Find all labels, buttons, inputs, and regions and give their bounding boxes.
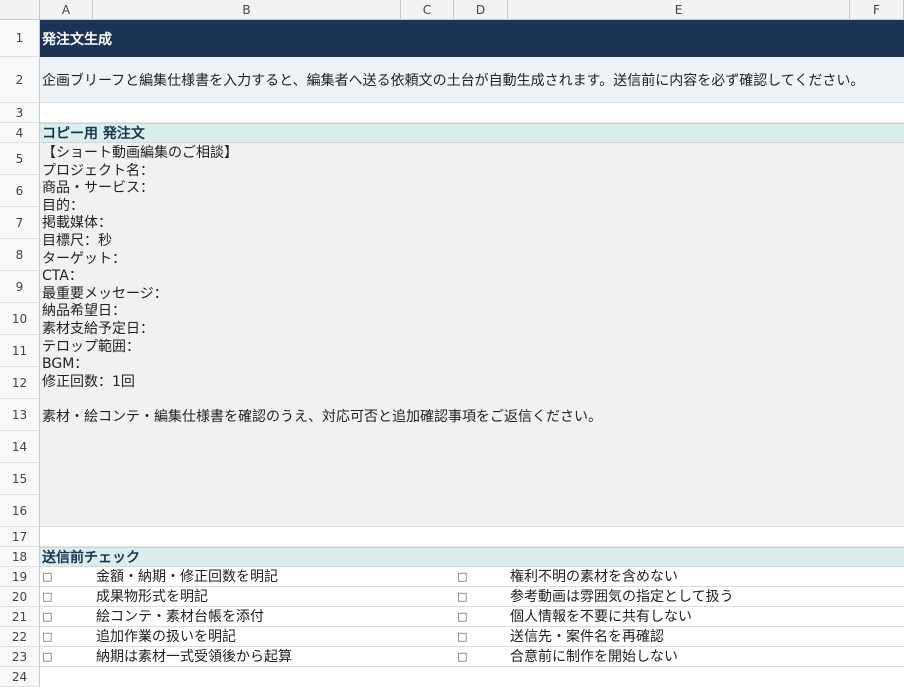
row-header-15[interactable]: 15 xyxy=(0,463,40,495)
column-header-d[interactable]: D xyxy=(454,0,508,20)
checkbox-icon[interactable]: □ xyxy=(457,647,467,667)
checkbox-icon[interactable]: □ xyxy=(457,607,467,627)
row-header-19[interactable]: 19 xyxy=(0,567,40,587)
row-header-5[interactable]: 5 xyxy=(0,143,40,175)
checklist-row: □ 絵コンテ・素材台帳を添付 □ 個人情報を不要に共有しない xyxy=(40,607,904,627)
checklist-item-right: 合意前に制作を開始しない xyxy=(510,649,678,665)
checkbox-icon[interactable]: □ xyxy=(42,587,52,607)
row-header-12[interactable]: 12 xyxy=(0,367,40,399)
row-header-14[interactable]: 14 xyxy=(0,431,40,463)
checklist-item-left: 絵コンテ・素材台帳を添付 xyxy=(96,609,264,625)
checkbox-icon[interactable]: □ xyxy=(42,607,52,627)
row-header-8[interactable]: 8 xyxy=(0,239,40,271)
checkbox-icon[interactable]: □ xyxy=(42,647,52,667)
checklist-row: □ 金額・納期・修正回数を明記 □ 権利不明の素材を含めない xyxy=(40,567,904,587)
row-header-3[interactable]: 3 xyxy=(0,103,40,123)
checklist-item-right: 送信先・案件名を再確認 xyxy=(510,629,664,645)
column-header-f[interactable]: F xyxy=(850,0,904,20)
description-cell[interactable]: 企画ブリーフと編集仕様書を入力すると、編集者へ送る依頼文の土台が自動生成されます… xyxy=(40,57,904,103)
checklist-item-left: 金額・納期・修正回数を明記 xyxy=(96,569,278,585)
checkbox-icon[interactable]: □ xyxy=(457,587,467,607)
checkbox-icon[interactable]: □ xyxy=(457,627,467,647)
column-header-b[interactable]: B xyxy=(93,0,401,20)
checklist-section-header[interactable]: 送信前チェック xyxy=(40,547,904,567)
copy-section-header[interactable]: コピー用 発注文 xyxy=(40,123,904,143)
order-text: 【ショート動画編集のご相談】 プロジェクト名： 商品・サービス： 目的： 掲載媒… xyxy=(42,145,602,425)
column-header-c[interactable]: C xyxy=(401,0,454,20)
row-header-1[interactable]: 1 xyxy=(0,20,40,57)
row-header-23[interactable]: 23 xyxy=(0,647,40,667)
checklist-row: □ 納期は素材一式受領後から起算 □ 合意前に制作を開始しない xyxy=(40,647,904,667)
row-header-20[interactable]: 20 xyxy=(0,587,40,607)
copy-section-title: コピー用 発注文 xyxy=(42,126,145,142)
row-header-16[interactable]: 16 xyxy=(0,495,40,527)
row-header-18[interactable]: 18 xyxy=(0,547,40,567)
description-text: 企画ブリーフと編集仕様書を入力すると、編集者へ送る依頼文の土台が自動生成されます… xyxy=(42,72,865,89)
row-header-7[interactable]: 7 xyxy=(0,207,40,239)
checklist-title: 送信前チェック xyxy=(42,550,140,566)
checklist-row: □ 追加作業の扱いを明記 □ 送信先・案件名を再確認 xyxy=(40,627,904,647)
checklist-item-right: 権利不明の素材を含めない xyxy=(510,569,678,585)
column-header-e[interactable]: E xyxy=(508,0,850,20)
checkbox-icon[interactable]: □ xyxy=(42,567,52,587)
checkbox-icon[interactable]: □ xyxy=(42,627,52,647)
row-header-9[interactable]: 9 xyxy=(0,271,40,303)
checkbox-icon[interactable]: □ xyxy=(457,567,467,587)
row-header-24[interactable]: 24 xyxy=(0,667,40,687)
checklist-item-right: 個人情報を不要に共有しない xyxy=(510,609,692,625)
column-header-a[interactable]: A xyxy=(40,0,93,20)
checklist-item-left: 追加作業の扱いを明記 xyxy=(96,629,236,645)
row-header-6[interactable]: 6 xyxy=(0,175,40,207)
row-header-13[interactable]: 13 xyxy=(0,399,40,431)
row-header-17[interactable]: 17 xyxy=(0,527,40,547)
row-header-10[interactable]: 10 xyxy=(0,303,40,335)
row-header-22[interactable]: 22 xyxy=(0,627,40,647)
checklist-row: □ 成果物形式を明記 □ 参考動画は雰囲気の指定として扱う xyxy=(40,587,904,607)
title-cell[interactable]: 発注文生成 xyxy=(40,20,904,57)
checklist-item-right: 参考動画は雰囲気の指定として扱う xyxy=(510,589,734,605)
row-header-21[interactable]: 21 xyxy=(0,607,40,627)
checklist-item-left: 納期は素材一式受領後から起算 xyxy=(96,649,292,665)
page-title: 発注文生成 xyxy=(42,31,112,48)
select-all-corner[interactable] xyxy=(0,0,40,20)
checklist-item-left: 成果物形式を明記 xyxy=(96,589,208,605)
row-header-11[interactable]: 11 xyxy=(0,335,40,367)
row-header-2[interactable]: 2 xyxy=(0,57,40,103)
row-header-4[interactable]: 4 xyxy=(0,123,40,143)
